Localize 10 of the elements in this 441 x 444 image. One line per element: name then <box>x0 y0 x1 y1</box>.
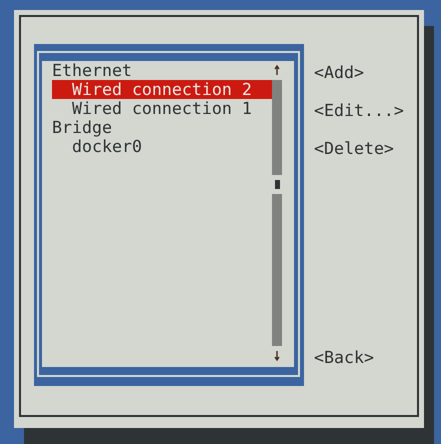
connection-item[interactable]: docker0 <box>72 137 272 156</box>
connection-item[interactable]: Wired connection 2 <box>52 80 272 99</box>
category-label: Bridge <box>52 118 113 137</box>
action-button[interactable]: <Edit...> <box>314 101 404 120</box>
action-button[interactable]: <Delete> <box>314 139 394 158</box>
action-button[interactable]: <Add> <box>314 63 364 82</box>
connection-item[interactable]: Wired connection 1 <box>72 99 272 118</box>
back-button[interactable]: <Back> <box>314 348 374 367</box>
category-label: Ethernet <box>52 61 133 80</box>
scrollbar-thumb[interactable] <box>274 180 280 189</box>
